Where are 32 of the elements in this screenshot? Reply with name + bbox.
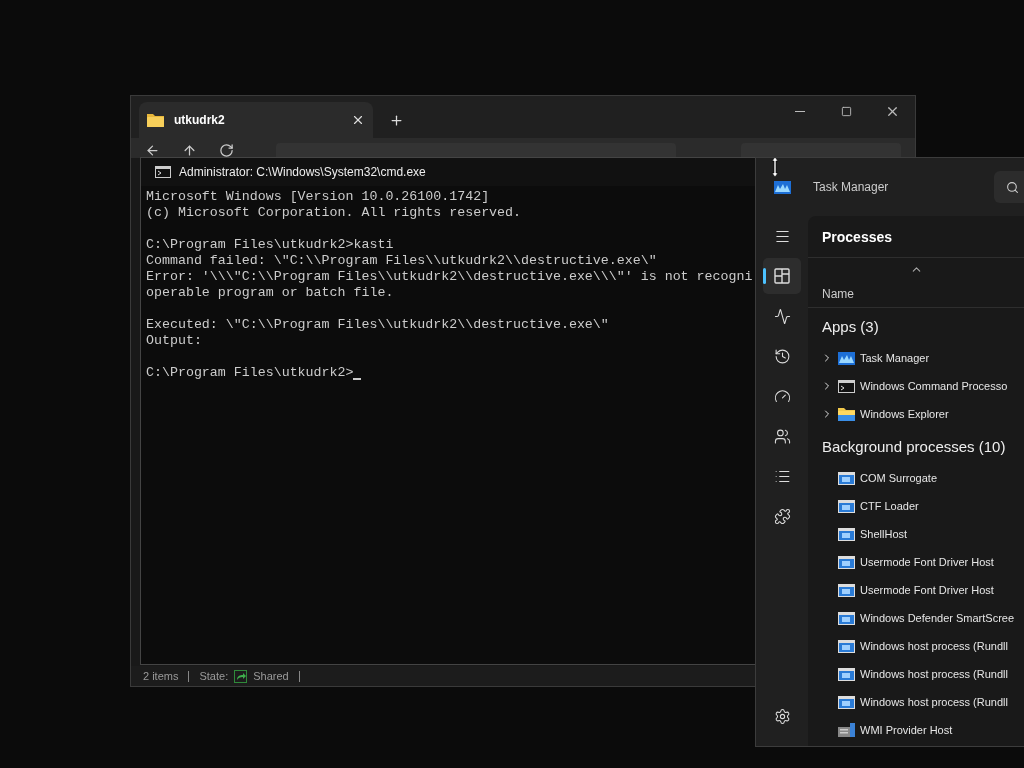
console-line: operable program or batch file. <box>146 285 394 301</box>
console-line: Executed: \"C:\\Program Files\\utkudrk2\\destructive.exe\" <box>146 317 609 333</box>
console-line: Output: <box>146 333 202 349</box>
process-row[interactable]: WMI Provider Host <box>808 716 1024 744</box>
window-title: Task Manager <box>813 180 889 194</box>
process-row[interactable]: Windows Defender SmartScree <box>808 604 1024 632</box>
console-line: (c) Microsoft Corporation. All rights reserved. <box>146 205 522 221</box>
folder-tab[interactable]: utkudrk2 <box>139 102 373 138</box>
process-row[interactable]: Windows Explorer <box>808 400 1024 428</box>
group-title: Apps (3) <box>821 316 880 337</box>
process-row[interactable]: Usermode Font Driver Host <box>808 576 1024 604</box>
process-row[interactable]: ShellHost <box>808 520 1024 548</box>
window-title: Administrator: C:\Windows\System32\cmd.exe <box>179 165 426 179</box>
group-title: Background processes (10) <box>821 436 1007 457</box>
process-row[interactable]: Windows host process (Rundll <box>808 660 1024 688</box>
console-line: C:\Program Files\utkudrk2>kasti <box>146 237 394 253</box>
console-line: Command failed: \"C:\\Program Files\\utkudrk2\\destructive.exe\" <box>146 253 657 269</box>
process-row[interactable]: Windows host process (Rundll <box>808 688 1024 716</box>
state-value: Shared <box>253 670 289 682</box>
state-label: State: <box>199 670 229 682</box>
console-line: Error: '\\\"C:\\Program Files\\utkudrk2\\destructive.exe\\\"' is not recogni <box>146 269 753 285</box>
console-line: C:\Program Files\utkudrk2> <box>146 365 354 381</box>
console-line: Microsoft Windows [Version 10.0.26100.1742] <box>146 189 490 205</box>
process-row[interactable]: Windows host process (Rundll <box>808 632 1024 660</box>
process-row[interactable]: Task Manager <box>808 344 1024 372</box>
process-row[interactable]: COM Surrogate <box>808 464 1024 492</box>
page-title: Processes <box>808 216 1024 258</box>
process-row[interactable]: Windows Command Processo <box>808 372 1024 400</box>
item-count: 2 items <box>143 670 179 682</box>
process-row[interactable]: CTF Loader <box>808 492 1024 520</box>
process-row[interactable]: Usermode Font Driver Host <box>808 548 1024 576</box>
column-header[interactable]: Name <box>808 280 1024 308</box>
